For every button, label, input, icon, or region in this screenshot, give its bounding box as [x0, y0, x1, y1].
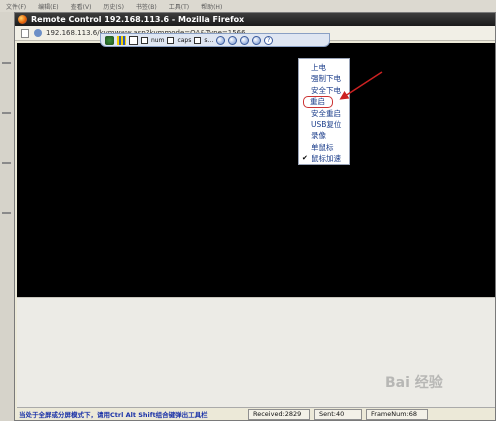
host-menu-tools[interactable]: 工具(T) [169, 2, 189, 11]
menu-item-label: 鼠标加速 [311, 154, 341, 164]
scroll-lock-checkbox[interactable] [194, 36, 202, 44]
num-lock-label: num [151, 36, 165, 44]
menu-item-label: 录像 [311, 131, 326, 141]
host-menu-bookmarks[interactable]: 书签(B) [136, 2, 157, 11]
status-frame: FrameNum:68 [366, 408, 428, 420]
host-sidebar [0, 12, 15, 421]
globe-icon [34, 29, 42, 37]
host-sidebar-icon [2, 212, 11, 214]
kvm-toolbar: num caps s... ? [100, 33, 330, 47]
keyboard-icon[interactable] [216, 35, 226, 45]
connect-icon[interactable] [105, 35, 114, 45]
firefox-icon [18, 15, 27, 24]
settings-icon[interactable] [252, 35, 262, 45]
host-menu-history[interactable]: 历史(S) [103, 2, 124, 11]
status-bar: 当处于全屏或分屏模式下，请用Ctrl Alt Shift组合键弹出工具栏 Rec… [17, 407, 495, 420]
menu-item-mouse-accel[interactable]: ✔ 鼠标加速 [299, 153, 349, 164]
power-icon[interactable] [240, 35, 250, 45]
window-title: Remote Control 192.168.113.6 - Mozilla F… [31, 15, 245, 24]
host-sidebar-icon [2, 112, 11, 114]
menu-item-safe-restart[interactable]: 安全重启 [299, 108, 349, 119]
host-sidebar-icon [2, 62, 11, 64]
move-icon[interactable] [129, 35, 138, 45]
host-menubar: 文件(F) 编辑(E) 查看(V) 历史(S) 书签(B) 工具(T) 帮助(H… [0, 0, 496, 12]
status-message: 当处于全屏或分屏模式下，请用Ctrl Alt Shift组合键弹出工具栏 [19, 411, 208, 419]
caps-lock-checkbox[interactable] [167, 36, 175, 44]
menu-item-label: USB复位 [311, 119, 342, 129]
menu-item-label: 安全重启 [311, 108, 341, 118]
menu-item-restart[interactable]: 重启 [303, 96, 333, 108]
screen-grid-icon[interactable] [117, 35, 126, 45]
num-lock-checkbox[interactable] [141, 36, 148, 44]
host-menu-file[interactable]: 文件(F) [6, 2, 26, 11]
help-icon[interactable]: ? [264, 35, 274, 45]
window-titlebar[interactable]: Remote Control 192.168.113.6 - Mozilla F… [15, 13, 495, 26]
status-sent: Sent:40 [314, 408, 362, 420]
caps-lock-label: caps [177, 36, 192, 44]
scroll-lock-label: s... [204, 36, 214, 44]
menu-item-record[interactable]: 录像 [299, 130, 349, 141]
mouse-icon[interactable] [228, 35, 238, 45]
menu-item-single-mouse[interactable]: 单鼠标 [299, 142, 349, 153]
watermark: Bai 经验 [385, 375, 443, 391]
status-received: Received:2829 [248, 408, 310, 420]
menu-item-label: 重启 [310, 97, 325, 107]
firefox-window: Remote Control 192.168.113.6 - Mozilla F… [14, 12, 496, 421]
menu-item-label: 上电 [311, 63, 326, 72]
host-menu-view[interactable]: 查看(V) [71, 2, 92, 11]
menu-item-usb-reset[interactable]: USB复位 [299, 119, 349, 130]
host-menu-edit[interactable]: 编辑(E) [38, 2, 58, 11]
menu-item-label: 单鼠标 [311, 142, 334, 152]
host-menu-help[interactable]: 帮助(H) [201, 2, 222, 11]
checkmark-icon: ✔ [302, 154, 308, 163]
remote-screen[interactable] [17, 43, 495, 297]
host-sidebar-icon [2, 162, 11, 164]
page-icon [21, 28, 29, 38]
annotation-arrow-icon [339, 71, 383, 100]
